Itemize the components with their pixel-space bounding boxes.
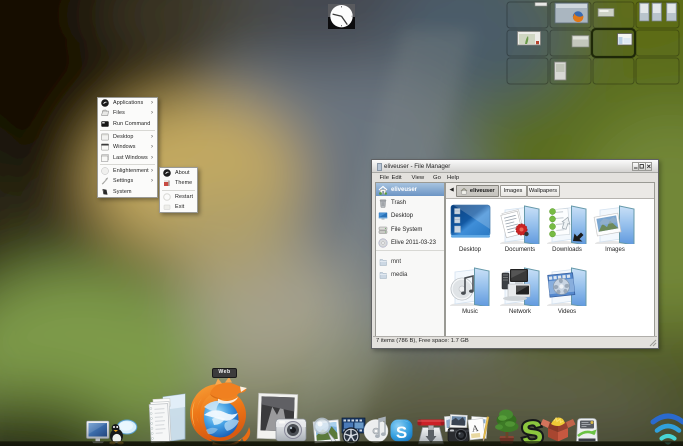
svg-text:S: S bbox=[396, 423, 407, 442]
